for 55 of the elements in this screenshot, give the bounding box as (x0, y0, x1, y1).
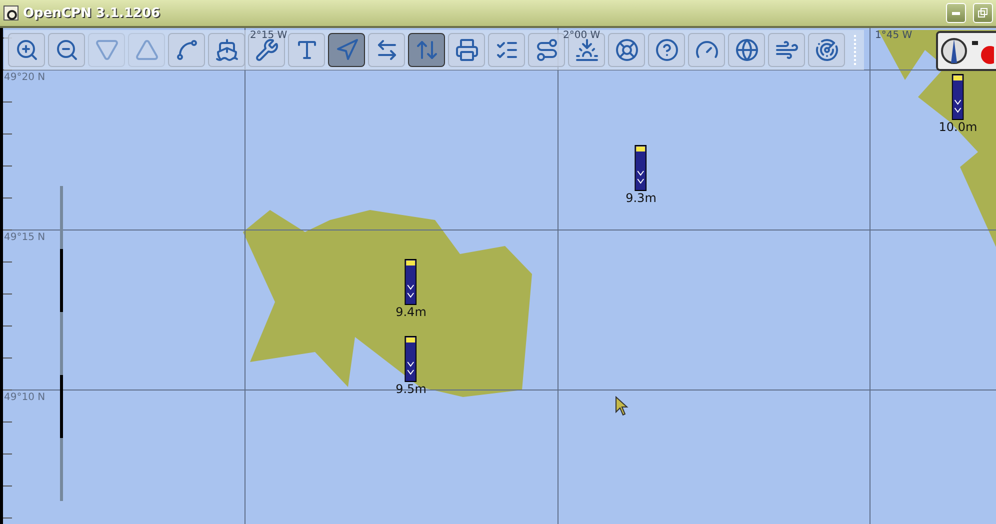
window-title: OpenCPN 3.1.1206 (23, 6, 162, 20)
minimize-icon (952, 12, 960, 14)
route-line-icon (174, 38, 198, 62)
toolbar-button[interactable] (488, 33, 525, 67)
cursor-icon (615, 396, 629, 416)
toolbar-button[interactable] (48, 33, 85, 67)
app-icon (3, 5, 19, 21)
triangle-icon (94, 38, 118, 62)
navigation-icon (334, 38, 358, 62)
tide-reading: 9.5m (396, 382, 426, 396)
toolbar-button[interactable] (328, 33, 365, 67)
toolbar-button[interactable] (808, 33, 845, 67)
toolbar-button[interactable] (688, 33, 725, 67)
toolbar-button[interactable] (408, 33, 445, 67)
zoom-out-icon (54, 38, 78, 62)
tide-gauge-icon[interactable] (405, 259, 417, 305)
latitude-label: 49°15 N (4, 232, 46, 243)
compass-icon (940, 37, 968, 65)
help-icon (654, 38, 678, 62)
sunset-icon (574, 38, 598, 62)
toolbar-button[interactable] (368, 33, 405, 67)
vertical-arrows-icon (414, 38, 438, 62)
track-icon (534, 38, 558, 62)
tide-reading: 9.4m (396, 305, 426, 319)
toolbar-button[interactable] (528, 33, 565, 67)
globe-icon (734, 38, 758, 62)
toolbar-button[interactable] (728, 33, 765, 67)
lifebuoy-icon (614, 38, 638, 62)
wrench-icon (254, 38, 278, 62)
toolbar-button[interactable] (768, 33, 805, 67)
latitude-label: 49°20 N (4, 72, 46, 83)
tide-gauge-icon[interactable] (952, 74, 964, 120)
restore-button[interactable] (973, 3, 993, 23)
tide-gauge-icon[interactable] (405, 336, 417, 382)
tide-gauge-icon[interactable] (635, 145, 647, 191)
longitude-label: 2°00 W (563, 30, 600, 41)
printer-icon (454, 38, 478, 62)
toolbar-button[interactable] (608, 33, 645, 67)
triangle-icon (134, 38, 158, 62)
minimize-button[interactable] (946, 3, 966, 23)
radar-icon (814, 38, 838, 62)
toolbar-button[interactable] (8, 33, 45, 67)
wind-icon (774, 38, 798, 62)
longitude-label: 2°15 W (250, 30, 288, 41)
toolbar-button[interactable] (288, 33, 325, 67)
toolbar-button[interactable] (168, 33, 205, 67)
tide-reading: 9.3m (626, 191, 656, 205)
compass-panel[interactable] (936, 31, 996, 71)
toolbar-button[interactable] (448, 33, 485, 67)
zoom-in-icon (14, 38, 38, 62)
toolbar-button[interactable] (208, 33, 245, 67)
latitude-label: 49°10 N (4, 392, 46, 403)
ship-icon (214, 38, 238, 62)
restore-icon (978, 8, 988, 18)
toolbar-button[interactable] (648, 33, 685, 67)
